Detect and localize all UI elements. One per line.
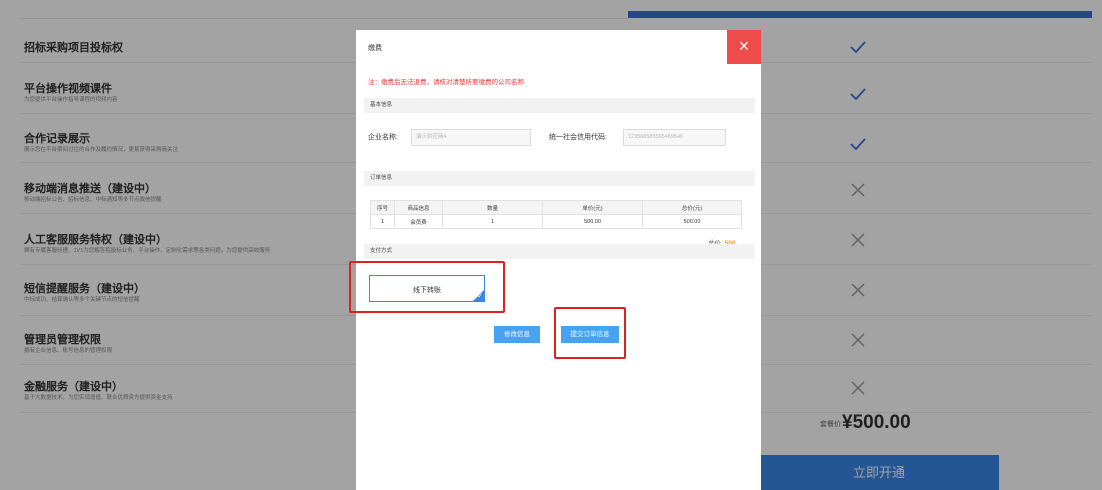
payment-method-section: 支付方式 bbox=[364, 244, 755, 259]
company-name-field[interactable]: 演示供应商4 bbox=[411, 129, 531, 146]
table-cell: 1 bbox=[442, 214, 543, 229]
column-header: 单价(元) bbox=[542, 200, 643, 215]
credit-code-label: 统一社会信用代码: bbox=[549, 134, 607, 141]
order-table: 序号 商品信息 数量 单价(元) 总价(元) 1 会员费 1 500.00 50… bbox=[370, 200, 742, 229]
column-header: 序号 bbox=[370, 200, 395, 215]
column-header: 商品信息 bbox=[394, 200, 443, 215]
table-cell: 500.00 bbox=[542, 214, 643, 229]
refund-notice: 注：缴费后无法退费，请核对清楚所要缴费的公司名称 bbox=[368, 79, 524, 86]
highlight-payment-option bbox=[349, 261, 505, 313]
table-row: 1 会员费 1 500.00 500.00 bbox=[370, 214, 742, 229]
basic-info-section: 基本信息 bbox=[364, 98, 755, 113]
column-header: 数量 bbox=[442, 200, 543, 215]
credit-code-field[interactable]: 123568585565469546 bbox=[623, 129, 726, 146]
edit-info-button[interactable]: 修改信息 bbox=[494, 326, 540, 343]
order-info-section: 订单信息 bbox=[364, 171, 755, 186]
table-cell: 1 bbox=[370, 214, 395, 229]
highlight-submit-button bbox=[554, 307, 626, 359]
table-cell: 500.00 bbox=[642, 214, 742, 229]
table-cell: 会员费 bbox=[394, 214, 443, 229]
payment-modal: 缴费 × 注：缴费后无法退费，请核对清楚所要缴费的公司名称 基本信息 企业名称:… bbox=[356, 30, 761, 490]
close-icon: × bbox=[738, 36, 750, 56]
table-header-row: 序号 商品信息 数量 单价(元) 总价(元) bbox=[370, 200, 742, 215]
close-button[interactable]: × bbox=[727, 30, 761, 64]
column-header: 总价(元) bbox=[642, 200, 742, 215]
modal-title: 缴费 bbox=[368, 45, 382, 52]
company-name-label: 企业名称: bbox=[368, 134, 398, 141]
